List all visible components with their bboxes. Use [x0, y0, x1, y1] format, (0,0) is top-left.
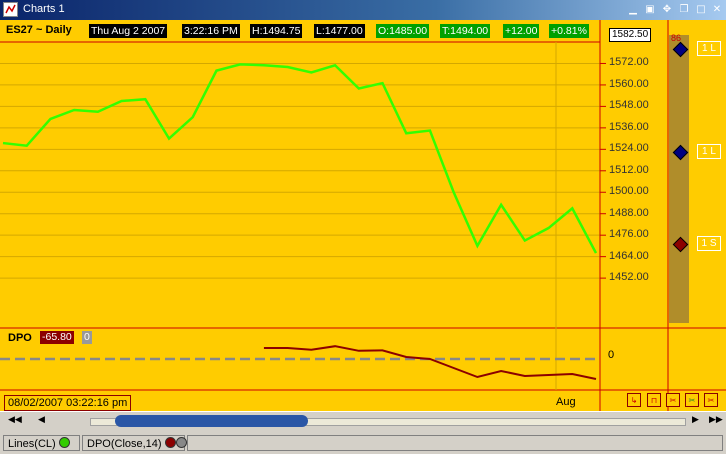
last-price-tag: 1582.50	[609, 28, 652, 42]
scroll-first-icon[interactable]: ◀◀	[8, 415, 22, 425]
price-axis-label: 1476.00	[609, 228, 649, 241]
price-series-line	[2, 63, 598, 254]
price-axis-label: 1560.00	[609, 77, 649, 90]
header-change: +12.00	[503, 24, 540, 38]
price-axis-label: 1500.00	[609, 185, 649, 198]
time-scrollbar[interactable]: ◀◀ ◀ ▶ ▶▶	[0, 411, 726, 432]
status-lines[interactable]: Lines(CL)	[3, 435, 80, 451]
symbol-label: ES27 ~ Daily	[6, 24, 72, 36]
status-lines-label: Lines(CL)	[8, 438, 56, 450]
position-panel	[669, 35, 689, 323]
zoom-icon[interactable]: ✂	[685, 393, 699, 407]
price-axis-label: 1536.00	[609, 120, 649, 133]
scroll-right-icon[interactable]: ▶	[692, 415, 699, 425]
price-axis-label: 1572.00	[609, 56, 649, 69]
header-trade: T:1494.00	[440, 24, 491, 38]
restore-icon[interactable]: ❐	[677, 3, 691, 17]
zoom-out-icon[interactable]: ✂	[704, 393, 718, 407]
price-axis-label: 1548.00	[609, 99, 649, 112]
header-date: Thu Aug 2 2007	[89, 24, 168, 38]
position-badge-short[interactable]: 1 S	[697, 236, 721, 251]
title-bar[interactable]: Charts 1 ▁ ▣ ✥ ❐ □ ✕	[0, 0, 726, 20]
scroll-left-icon[interactable]: ◀	[38, 415, 45, 425]
minimize-icon[interactable]: ▁	[626, 3, 640, 17]
close-icon[interactable]: ✕	[710, 3, 724, 17]
dpo-series-line	[263, 345, 597, 380]
chart-area[interactable]: ES27 ~ Daily Thu Aug 2 2007 3:22:16 PM H…	[0, 20, 726, 411]
nav-bar-icon[interactable]: ⊓	[647, 393, 661, 407]
status-bar: Lines(CL) DPO(Close,14)	[0, 433, 726, 454]
app-icon	[3, 2, 18, 17]
move-icon[interactable]: ✥	[660, 3, 674, 17]
nav-start-icon[interactable]: ↳	[627, 393, 641, 407]
header-high: H:1494.75	[250, 24, 303, 38]
indicator-value: -65.80	[40, 331, 74, 344]
green-dot-icon	[58, 437, 70, 448]
position-badge-long[interactable]: 1 L	[697, 144, 721, 159]
indicator-value-secondary: 0	[82, 331, 92, 344]
zoom-in-icon[interactable]: ✂	[666, 393, 680, 407]
price-axis-label: 1524.00	[609, 142, 649, 155]
header-change-pct: +0.81%	[549, 24, 589, 38]
gray-dot-icon	[175, 437, 187, 448]
scroll-last-icon[interactable]: ▶▶	[709, 415, 723, 425]
header-open: O:1485.00	[376, 24, 430, 38]
red-dot-icon	[164, 437, 176, 448]
price-axis-label: 1452.00	[609, 271, 649, 284]
price-axis-label: 1464.00	[609, 249, 649, 262]
status-dpo-label: DPO(Close,14)	[87, 438, 162, 450]
cursor-date: 08/02/2007 03:22:16 pm	[4, 395, 132, 411]
price-ticks	[600, 62, 606, 279]
maximize-icon[interactable]: □	[694, 3, 708, 17]
header-low: L:1477.00	[314, 24, 365, 38]
link-icon[interactable]: ▣	[643, 3, 657, 17]
status-dpo[interactable]: DPO(Close,14)	[82, 435, 187, 451]
scroll-thumb[interactable]	[115, 415, 308, 427]
header-time: 3:22:16 PM	[182, 24, 240, 38]
dpo-zero-label: 0	[608, 349, 615, 361]
window-title: Charts 1	[23, 3, 65, 15]
x-axis-label: Aug	[556, 396, 576, 408]
price-axis-label: 1512.00	[609, 163, 649, 176]
indicator-name: DPO	[8, 332, 32, 344]
grid	[0, 62, 600, 279]
position-badge-long[interactable]: 1 L	[697, 41, 721, 56]
chart-window: Charts 1 ▁ ▣ ✥ ❐ □ ✕ ES27 ~ Daily Thu Au…	[0, 0, 726, 454]
status-empty	[187, 435, 723, 451]
price-axis-label: 1488.00	[609, 206, 649, 219]
